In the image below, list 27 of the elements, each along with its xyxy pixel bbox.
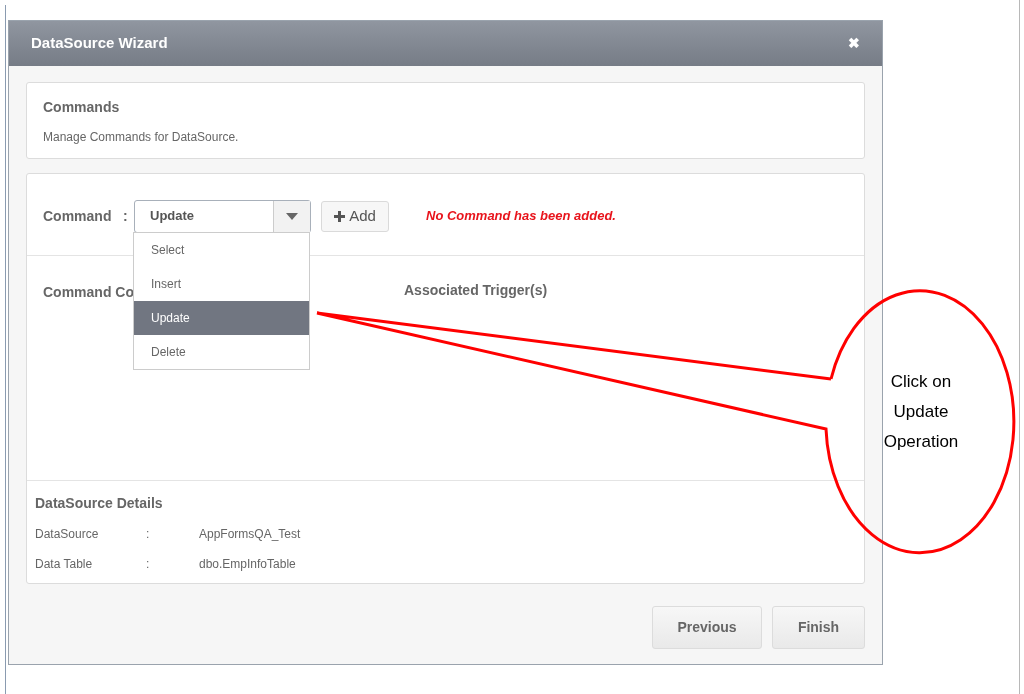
column-heading: Associated Trigger(s) bbox=[404, 281, 548, 300]
detail-value: AppFormsQA_Test bbox=[199, 526, 301, 543]
command-label: Command bbox=[43, 206, 113, 226]
detail-colon: : bbox=[146, 556, 151, 573]
card-description: Manage Commands for DataSource. bbox=[43, 129, 240, 146]
detail-label: Data Table bbox=[35, 556, 94, 573]
close-button[interactable]: ✖ bbox=[848, 33, 860, 54]
dropdown-option[interactable]: Delete bbox=[134, 335, 309, 369]
plus-icon bbox=[334, 210, 346, 222]
column-heading: Command Co bbox=[43, 284, 134, 300]
detail-value: dbo.EmpInfoTable bbox=[199, 556, 296, 573]
wizard-button[interactable]: Finish bbox=[772, 606, 865, 649]
label-colon: : bbox=[123, 206, 129, 226]
caret-icon bbox=[286, 212, 298, 220]
dropdown-option[interactable]: Select bbox=[134, 233, 309, 267]
dropdown-option[interactable]: Update bbox=[134, 301, 309, 335]
details-title: DataSource Details bbox=[35, 494, 164, 513]
select-value: Update bbox=[149, 207, 196, 226]
detail-colon: : bbox=[146, 526, 151, 543]
card-title: Commands bbox=[43, 98, 121, 117]
callout-text: Click on Update Operation bbox=[882, 371, 960, 453]
warning-message: No Command has been added. bbox=[426, 207, 616, 226]
dropdown-option[interactable]: Insert bbox=[134, 267, 309, 301]
wizard-button[interactable]: Previous bbox=[652, 606, 762, 649]
window-title: DataSource Wizard bbox=[31, 33, 168, 54]
detail-label: DataSource bbox=[35, 526, 100, 543]
add-button[interactable]: Add bbox=[321, 200, 389, 232]
